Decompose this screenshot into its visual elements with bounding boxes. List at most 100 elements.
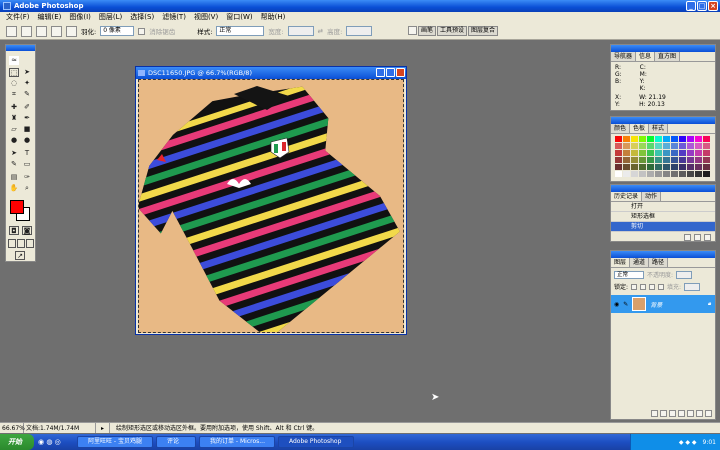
brush-tool-icon[interactable]: ✐ <box>22 103 32 112</box>
width-input[interactable] <box>287 26 314 36</box>
swatch[interactable] <box>639 164 646 170</box>
swatch[interactable] <box>623 143 630 149</box>
image-canvas[interactable] <box>138 79 404 333</box>
height-input[interactable] <box>346 26 373 36</box>
pen-tool-icon[interactable]: ✎ <box>9 160 19 169</box>
blend-mode-select[interactable]: 正常 <box>614 270 644 279</box>
doc-minimize-button[interactable] <box>376 68 385 77</box>
swatch[interactable] <box>655 136 662 142</box>
swatch[interactable] <box>703 150 710 156</box>
hand-tool-icon[interactable]: ✋ <box>9 184 19 193</box>
swatch[interactable] <box>639 143 646 149</box>
notes-tool-icon[interactable]: ▤ <box>9 173 19 182</box>
menu-select[interactable]: 选择(S) <box>126 12 158 23</box>
swatch[interactable] <box>639 150 646 156</box>
tray-icons[interactable]: ◆ ◆ ◆ <box>679 439 697 446</box>
swatch[interactable] <box>679 171 686 177</box>
quickmask-mode-icon[interactable]: ◙ <box>22 226 32 235</box>
layer-row-background[interactable]: ◉ ✎ 背景 🔒︎ <box>611 295 715 313</box>
maximize-button[interactable]: □ <box>697 1 707 11</box>
path-select-icon[interactable]: ➤ <box>9 149 19 158</box>
opacity-input[interactable] <box>676 270 693 279</box>
swatch[interactable] <box>631 157 638 163</box>
antialias-checkbox[interactable] <box>138 27 146 35</box>
swatch[interactable] <box>639 157 646 163</box>
new-set-icon[interactable] <box>678 410 685 417</box>
menu-edit[interactable]: 编辑(E) <box>34 12 66 23</box>
magic-wand-icon[interactable]: ✦ <box>22 79 32 88</box>
adobe-online-icon[interactable]: ≈ <box>9 56 19 65</box>
swatch[interactable] <box>695 157 702 163</box>
swatch[interactable] <box>631 171 638 177</box>
blur-tool-icon[interactable]: ● <box>9 136 19 145</box>
swatch[interactable] <box>631 150 638 156</box>
swatch[interactable] <box>687 136 694 142</box>
swatch[interactable] <box>671 143 678 149</box>
tab-swatches[interactable]: 色板 <box>630 124 650 133</box>
new-document-from-state-icon[interactable] <box>684 234 691 241</box>
swatch[interactable] <box>655 143 662 149</box>
slice-tool-icon[interactable]: ✎ <box>22 90 32 99</box>
swatch[interactable] <box>647 164 654 170</box>
swatch[interactable] <box>623 136 630 142</box>
new-layer-icon[interactable] <box>696 410 703 417</box>
healing-brush-icon[interactable]: ✚ <box>9 103 19 112</box>
zoom-level[interactable]: 66.67% <box>0 423 25 433</box>
swatch[interactable] <box>679 157 686 163</box>
tab-navigator[interactable]: 导航器 <box>611 52 637 61</box>
type-tool-icon[interactable]: T <box>22 149 32 158</box>
menu-layer[interactable]: 图层(L) <box>95 12 126 23</box>
screen-mode-full-icon[interactable] <box>26 239 34 248</box>
tab-histogram[interactable]: 直方图 <box>655 52 681 61</box>
swatch[interactable] <box>703 136 710 142</box>
swap-icon[interactable]: ⇄ <box>318 27 323 35</box>
swatch[interactable] <box>615 150 622 156</box>
start-button[interactable]: 开始 <box>0 434 34 450</box>
foreground-color-swatch[interactable] <box>10 200 24 214</box>
swatch[interactable] <box>647 136 654 142</box>
swatch[interactable] <box>703 171 710 177</box>
delete-layer-icon[interactable] <box>705 410 712 417</box>
doc-maximize-button[interactable] <box>386 68 395 77</box>
standard-mode-icon[interactable]: ◘ <box>9 226 19 235</box>
swatch[interactable] <box>687 150 694 156</box>
subtract-selection-icon[interactable] <box>51 25 62 37</box>
swatch[interactable] <box>647 143 654 149</box>
swatch-grid[interactable] <box>615 136 710 177</box>
swatch[interactable] <box>623 171 630 177</box>
menu-view[interactable]: 视图(V) <box>190 12 222 23</box>
swatch[interactable] <box>671 171 678 177</box>
swatch[interactable] <box>615 164 622 170</box>
delete-state-icon[interactable] <box>704 234 711 241</box>
document-title-bar[interactable]: DSC11650.JPG @ 66.7%(RGB/8) <box>136 67 406 79</box>
crop-tool-icon[interactable]: ⌗ <box>9 90 19 99</box>
task-my-orders[interactable]: 我的订单 - Micros... <box>199 436 275 448</box>
swatch[interactable] <box>631 164 638 170</box>
swatch[interactable] <box>671 150 678 156</box>
minimize-button[interactable]: _ <box>686 1 696 11</box>
tab-brushes[interactable]: 画笔 <box>417 26 436 36</box>
swatch[interactable] <box>663 136 670 142</box>
status-menu-arrow-icon[interactable]: ▸ <box>96 423 110 433</box>
swatch[interactable] <box>663 143 670 149</box>
swatch[interactable] <box>679 150 686 156</box>
swatch[interactable] <box>671 136 678 142</box>
link-layers-icon[interactable] <box>651 410 658 417</box>
swatch[interactable] <box>671 157 678 163</box>
swatch[interactable] <box>647 157 654 163</box>
swatch[interactable] <box>615 171 622 177</box>
lasso-tool-icon[interactable]: ◌ <box>9 79 19 88</box>
swatch[interactable] <box>695 136 702 142</box>
swatch[interactable] <box>703 143 710 149</box>
task-photoshop[interactable]: Adobe Photoshop <box>278 436 354 448</box>
swatch[interactable] <box>663 164 670 170</box>
clone-stamp-icon[interactable]: ♜ <box>9 114 19 123</box>
swatch[interactable] <box>679 164 686 170</box>
swatch[interactable] <box>679 136 686 142</box>
swatch[interactable] <box>695 171 702 177</box>
history-brush-icon[interactable]: ✒ <box>22 114 32 123</box>
swatch[interactable] <box>639 171 646 177</box>
zoom-tool-icon[interactable]: ⌕ <box>22 184 32 193</box>
history-item-marquee[interactable]: 矩形选框 <box>611 212 715 222</box>
style-select[interactable]: 正常 <box>216 26 265 36</box>
